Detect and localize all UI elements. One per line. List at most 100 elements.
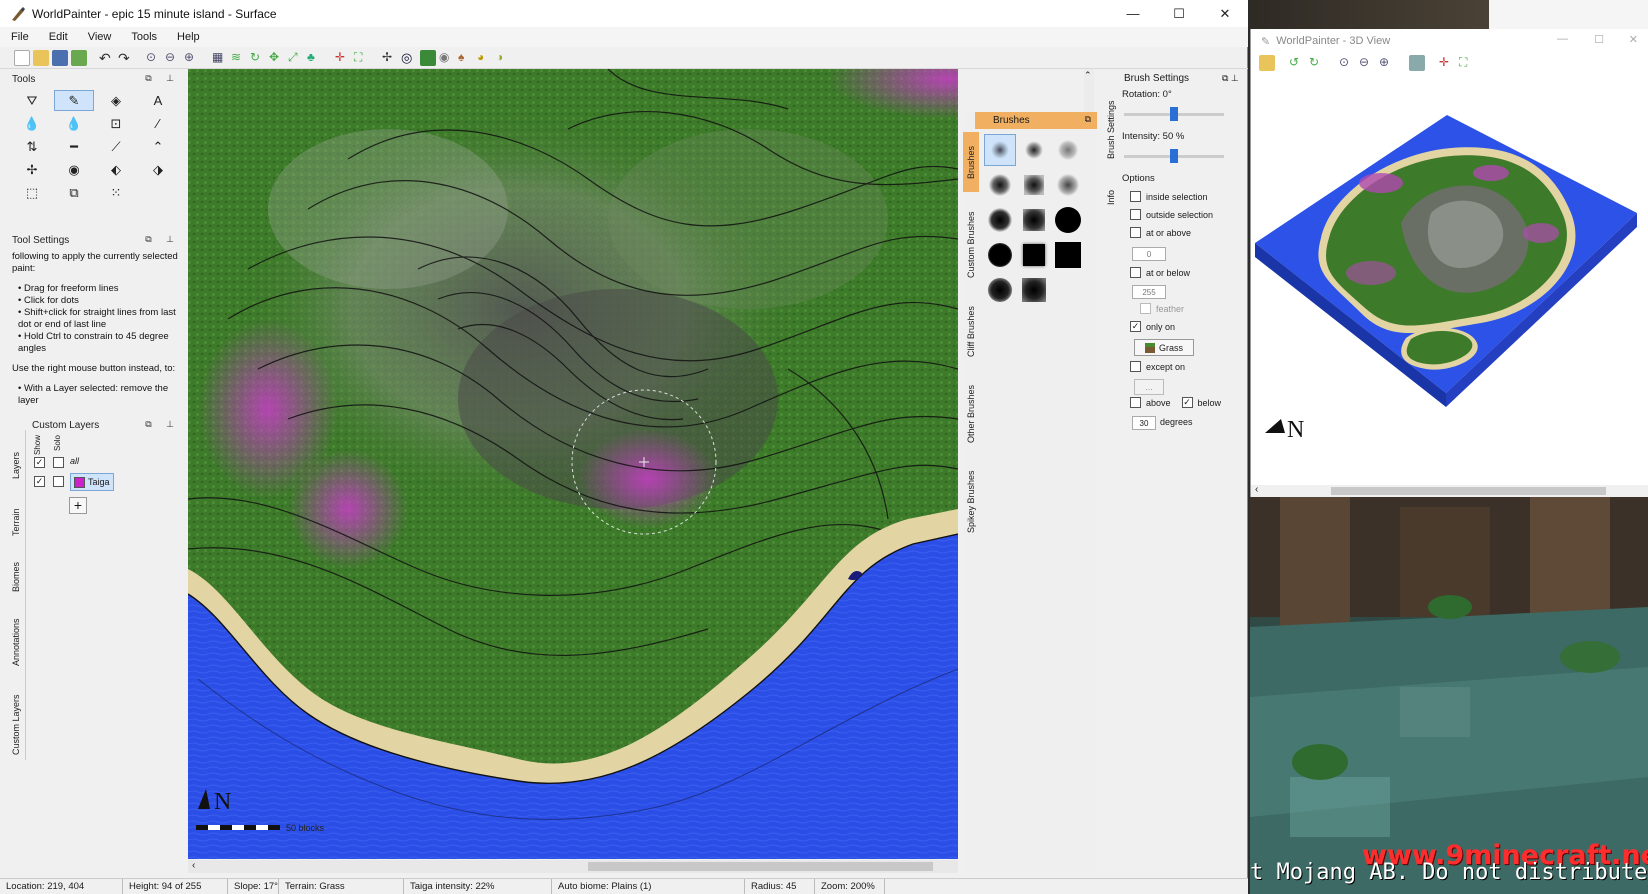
panel-dock-icon[interactable]: ⧉ ⊥	[145, 419, 180, 430]
panel-dock-icon[interactable]: ⧉ ⊥	[145, 73, 180, 84]
text-tool-icon[interactable]: A	[138, 90, 178, 111]
menu-edit[interactable]: Edit	[46, 29, 71, 45]
view-3d-lock-icon[interactable]	[1259, 55, 1275, 71]
view-3d-export-icon[interactable]	[1409, 55, 1425, 71]
degrees-spinner[interactable]: 30	[1132, 416, 1156, 430]
scale-icon[interactable]: ⤢	[288, 50, 304, 66]
eyedropper-tool-icon[interactable]: ⁄	[138, 113, 178, 134]
sponge-tool-icon[interactable]: ⊡	[96, 113, 136, 134]
tab-other-brushes[interactable]: Other Brushes	[963, 374, 979, 454]
brushes-dock-icon[interactable]: ⧉	[1085, 114, 1091, 125]
brush-linear-square[interactable]	[1018, 169, 1050, 201]
at-or-above-spinner[interactable]: 0	[1132, 247, 1166, 261]
rotation-slider-thumb[interactable]	[1170, 107, 1178, 121]
map-canvas[interactable]: N 50 blocks	[188, 69, 958, 859]
taiga-layer-button[interactable]: Taiga	[70, 473, 114, 491]
shift-icon[interactable]: ✥	[269, 50, 285, 66]
move-icon[interactable]: ✢	[382, 50, 398, 66]
save-world-icon[interactable]	[52, 49, 68, 66]
intensity-slider-thumb[interactable]	[1170, 149, 1178, 163]
view-3d-scroll-thumb[interactable]	[1331, 487, 1606, 495]
brush-soft-square[interactable]	[1018, 134, 1050, 166]
view-3d-rotate-left-icon[interactable]: ↺	[1289, 55, 1305, 71]
panel-dock-icon[interactable]: ⧉ ⊥	[145, 234, 180, 245]
fit-icon[interactable]: ⛶	[354, 50, 370, 66]
below-checkbox[interactable]: ✓	[1181, 397, 1193, 408]
solo-all-checkbox[interactable]	[53, 457, 64, 468]
globe-icon[interactable]: ◕	[477, 50, 493, 66]
image-overlay-icon[interactable]	[420, 49, 436, 66]
view-3d-horizontal-scrollbar[interactable]: ‹	[1251, 484, 1648, 497]
show-all-checkbox[interactable]: ✓	[34, 457, 45, 468]
flatten-tool-icon[interactable]: ━	[54, 136, 94, 157]
lighting-icon[interactable]: ◑	[496, 50, 512, 66]
tab-custom-layers[interactable]: Custom Layers	[8, 684, 24, 766]
tab-biomes[interactable]: Biomes	[8, 553, 24, 601]
tab-custom-brushes[interactable]: Custom Brushes	[963, 200, 979, 290]
zoom-out-icon[interactable]: ⊖	[165, 50, 181, 66]
lava-tool-icon[interactable]: 💧	[54, 113, 94, 134]
selection-tool-icon[interactable]: ⬚	[12, 182, 52, 203]
view-3d-zoom-in-icon[interactable]: ⊕	[1379, 55, 1395, 71]
tab-cliff-brushes[interactable]: Cliff Brushes	[963, 292, 979, 372]
pencil-tool-icon[interactable]: ✎	[54, 90, 94, 111]
brush-hard-square[interactable]	[1052, 239, 1084, 271]
origin-icon[interactable]: ✛	[335, 50, 351, 66]
grid-icon[interactable]: ▦	[212, 50, 228, 66]
spray-paint-tool-icon[interactable]: ⛛	[12, 90, 52, 111]
close-button[interactable]: ✕	[1202, 0, 1248, 27]
height-tool-icon[interactable]: ⬖	[96, 159, 136, 180]
map-horizontal-scrollbar[interactable]: ‹	[188, 860, 958, 873]
terrain-map-image[interactable]: N 50 blocks	[188, 69, 958, 859]
only-on-terrain-button[interactable]: Grass	[1134, 339, 1194, 356]
tab-brushes[interactable]: Brushes	[963, 132, 979, 192]
export-world-icon[interactable]	[71, 49, 87, 66]
view-3d-render[interactable]: N	[1251, 73, 1648, 483]
brush-hard-circle[interactable]	[1052, 204, 1084, 236]
scroll-left-icon[interactable]: ‹	[192, 860, 195, 871]
solo-taiga-checkbox[interactable]	[53, 476, 64, 487]
contours-icon[interactable]: ≋	[231, 50, 247, 66]
pyramid-tool-icon[interactable]: ✢	[12, 159, 52, 180]
view-3d-fit-icon[interactable]: ⛶	[1459, 55, 1475, 71]
inside-selection-checkbox[interactable]	[1130, 191, 1141, 202]
brush-linear-circle[interactable]	[984, 169, 1016, 201]
at-or-above-checkbox[interactable]	[1130, 227, 1141, 238]
scroll-up-icon[interactable]: ⌃	[1084, 70, 1092, 80]
menu-help[interactable]: Help	[174, 29, 203, 45]
menu-tools[interactable]: Tools	[128, 29, 160, 45]
except-on-checkbox[interactable]	[1130, 361, 1141, 372]
new-world-icon[interactable]	[14, 49, 30, 66]
except-on-terrain-button[interactable]: ...	[1134, 379, 1164, 395]
zoom-in-icon[interactable]: ⊕	[184, 50, 200, 66]
brush-firm-circle[interactable]	[984, 239, 1016, 271]
at-or-below-checkbox[interactable]	[1130, 267, 1141, 278]
view-3d-maximize-button[interactable]: ☐	[1594, 33, 1604, 46]
smooth-tool-icon[interactable]: ⟋	[96, 136, 136, 157]
rotate-tool-icon[interactable]: ◉	[54, 159, 94, 180]
undo-icon[interactable]: ↶	[99, 50, 115, 66]
view-3d-icon[interactable]: ◉	[439, 50, 455, 66]
brush-soft-circle[interactable]	[984, 134, 1016, 166]
view-3d-zoom-reset-icon[interactable]: ⊙	[1339, 55, 1355, 71]
menu-file[interactable]: File	[8, 29, 32, 45]
brush-medium-square[interactable]	[1018, 204, 1050, 236]
zoom-reset-icon[interactable]: ⊙	[146, 50, 162, 66]
rotate-icon[interactable]: ↻	[250, 50, 266, 66]
at-or-below-spinner[interactable]: 255	[1132, 285, 1166, 299]
menu-view[interactable]: View	[85, 29, 115, 45]
redo-icon[interactable]: ↷	[118, 50, 134, 66]
tab-terrain[interactable]: Terrain	[8, 497, 24, 547]
tab-annotations[interactable]: Annotations	[8, 607, 24, 677]
show-taiga-checkbox[interactable]: ✓	[34, 476, 45, 487]
view-3d-close-button[interactable]: ✕	[1629, 33, 1638, 46]
view-3d-scroll-left-icon[interactable]: ‹	[1255, 484, 1258, 495]
view-3d-zoom-out-icon[interactable]: ⊖	[1359, 55, 1375, 71]
biomes-icon[interactable]: ♠	[458, 50, 474, 66]
raise-lower-tool-icon[interactable]: ⇅	[12, 136, 52, 157]
brush-firm-square[interactable]	[1018, 239, 1050, 271]
tab-layers[interactable]: Layers	[8, 440, 24, 490]
view-3d-minimize-button[interactable]: —	[1557, 33, 1568, 45]
outside-selection-checkbox[interactable]	[1130, 209, 1141, 220]
brush-medium-circle[interactable]	[984, 204, 1016, 236]
